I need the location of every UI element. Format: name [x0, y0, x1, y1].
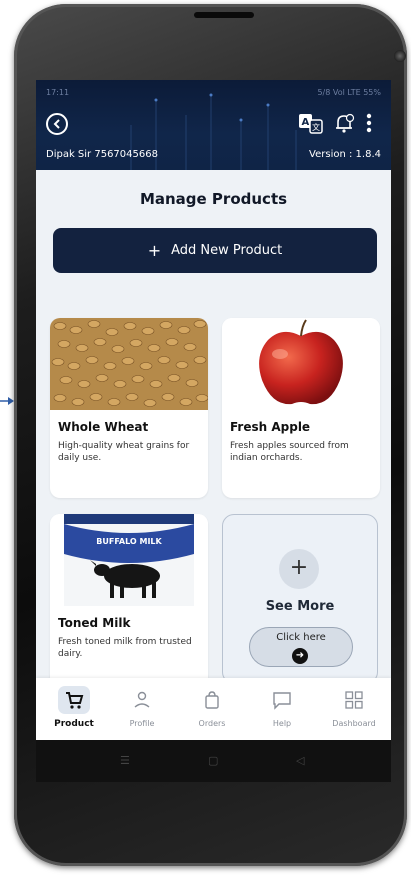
click-here-label: Click here	[276, 632, 326, 643]
product-description: High-quality wheat grains for daily use.	[58, 441, 190, 463]
chat-icon	[273, 692, 291, 710]
nav-label: Profile	[129, 719, 155, 728]
status-indicators: 5/8 Vol LTE 55%	[317, 88, 381, 97]
status-time: 17:11	[46, 88, 70, 97]
nav-item-orders[interactable]: Orders	[182, 678, 242, 740]
svg-text:文: 文	[312, 122, 320, 132]
bottom-nav: Product Profile Orders Help Dashboard	[36, 678, 391, 740]
arrow-right-icon: ➜	[292, 648, 308, 664]
page-title: Manage Products	[139, 190, 288, 208]
apple-image	[222, 318, 380, 410]
wheat-image	[50, 318, 208, 410]
recent-apps-button[interactable]: ☰	[120, 754, 130, 767]
product-name: Toned Milk	[58, 616, 131, 630]
see-more-plus-icon[interactable]: +	[279, 549, 319, 589]
more-vert-icon[interactable]	[364, 112, 374, 134]
product-name: Whole Wheat	[58, 420, 149, 434]
front-camera	[394, 50, 406, 62]
see-more-card[interactable]: + See More Click here ➜	[222, 514, 378, 684]
add-new-product-label: Add New Product	[171, 243, 283, 258]
bell-icon[interactable]	[334, 112, 356, 134]
product-card-fresh-apple[interactable]: Fresh Apple Fresh apples sourced from in…	[222, 318, 380, 498]
milk-pack-text: BUFFALO MILK	[96, 537, 162, 546]
status-bar: 17:11 5/8 Vol LTE 55%	[46, 86, 381, 102]
product-card-toned-milk[interactable]: BUFFALO MILK Toned Milk Fresh toned milk…	[50, 514, 208, 694]
product-description: Fresh apples sourced from indian orchard…	[230, 441, 349, 463]
app-header: 17:11 5/8 Vol LTE 55% A 文 Dipak Sir 7567…	[36, 80, 391, 170]
milk-pack-image: BUFFALO MILK	[50, 514, 208, 606]
nav-label: Dashboard	[332, 719, 376, 728]
back-icon	[53, 119, 60, 129]
home-button[interactable]: ▢	[208, 754, 218, 767]
app-screen: 17:11 5/8 Vol LTE 55% A 文 Dipak Sir 7567…	[36, 80, 391, 782]
product-card-whole-wheat[interactable]: Whole Wheat High-quality wheat grains fo…	[50, 318, 208, 498]
phone-speaker	[194, 12, 254, 18]
add-new-product-button[interactable]: + Add New Product	[53, 228, 377, 273]
cart-icon	[66, 692, 84, 709]
product-description: Fresh toned milk from trusted dairy.	[58, 637, 192, 659]
person-icon	[134, 691, 150, 708]
click-here-button[interactable]: Click here ➜	[249, 627, 353, 667]
see-more-label: See More	[265, 599, 335, 614]
svg-text:A: A	[302, 117, 310, 128]
grid-icon	[345, 691, 363, 709]
nav-label: Orders	[198, 719, 226, 728]
system-back-button[interactable]: ◁	[296, 754, 304, 767]
product-name: Fresh Apple	[230, 420, 311, 434]
plus-icon: +	[147, 241, 162, 260]
nav-item-product[interactable]: Product	[44, 678, 104, 740]
nav-label: Help	[272, 719, 292, 728]
app-version: Version : 1.8.4	[309, 149, 381, 160]
pointer-arrow-icon	[0, 397, 14, 405]
nav-item-dashboard[interactable]: Dashboard	[324, 678, 384, 740]
back-button[interactable]	[46, 113, 68, 135]
translate-icon[interactable]: A 文	[298, 112, 324, 134]
nav-item-help[interactable]: Help	[252, 678, 312, 740]
user-info: Dipak Sir 7567045668	[46, 149, 158, 160]
nav-item-profile[interactable]: Profile	[112, 678, 172, 740]
system-nav-bar: ☰ ▢ ◁	[36, 740, 391, 782]
bag-icon	[205, 691, 219, 709]
